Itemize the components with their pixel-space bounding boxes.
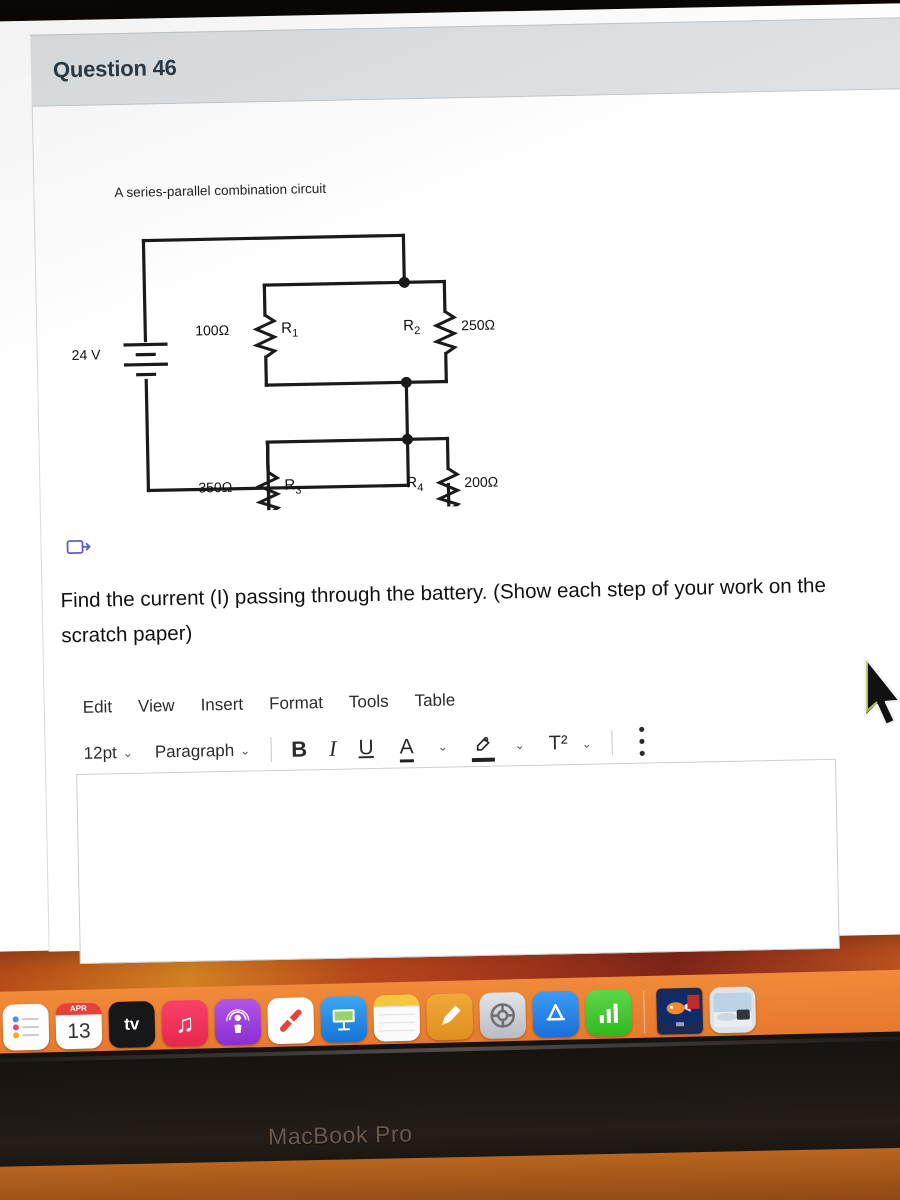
menu-insert[interactable]: Insert	[200, 695, 243, 716]
dock-item-notes[interactable]	[373, 994, 421, 1042]
dock-item-numbers[interactable]	[585, 989, 633, 1037]
chevron-down-icon[interactable]: ⌄	[438, 739, 448, 753]
menu-format[interactable]: Format	[269, 693, 323, 714]
dock-item-reminders[interactable]	[2, 1003, 50, 1051]
dock-divider	[643, 991, 646, 1034]
music-note-icon: ♫	[174, 1007, 195, 1039]
dock-item-system-settings[interactable]	[479, 991, 527, 1040]
toolbar-divider	[270, 737, 272, 763]
resistor-r2-symbol	[432, 310, 459, 355]
toolbar-divider	[611, 730, 613, 756]
text-color-button[interactable]: A	[399, 735, 413, 759]
block-format-value: Paragraph	[154, 740, 235, 762]
dock-item-app-store[interactable]	[532, 990, 580, 1038]
podcasts-icon	[226, 1009, 250, 1034]
laptop-photo: APR 13 tv ♫ MacBook Pro Question 46 A se…	[0, 0, 900, 1200]
series-parallel-circuit-svg	[123, 233, 462, 575]
highlight-button[interactable]	[473, 733, 492, 758]
resistor-r1-symbol	[252, 313, 279, 359]
menu-tools[interactable]: Tools	[349, 692, 389, 713]
block-format-dropdown[interactable]: Paragraph ⌄	[155, 740, 251, 762]
dock-item-freeform[interactable]	[426, 993, 474, 1041]
chevron-down-icon: ⌄	[240, 743, 251, 758]
question-prompt: Find the current (I) passing through the…	[60, 573, 827, 648]
photo-window-icon	[713, 992, 753, 1028]
app-store-icon	[546, 1004, 566, 1021]
circuit-diagram: 24 V 100Ω R1 R2 250Ω 350Ω R3 R4 200Ω	[72, 205, 509, 575]
chevron-down-icon: ⌄	[122, 745, 133, 760]
news-icon	[277, 1007, 304, 1034]
bold-button[interactable]: B	[291, 736, 307, 762]
menu-view[interactable]: View	[138, 696, 175, 717]
macbook-pro-label: MacBook Pro	[267, 1120, 413, 1150]
superscript-button[interactable]: T²	[549, 732, 568, 755]
answer-editor-textarea[interactable]	[76, 758, 840, 964]
dock-item-music[interactable]: ♫	[161, 999, 209, 1047]
font-size-dropdown[interactable]: 12pt ⌄	[84, 743, 134, 764]
italic-button[interactable]: I	[329, 735, 337, 761]
dock-item-news[interactable]	[267, 997, 315, 1045]
chevron-down-icon[interactable]: ⌄	[581, 736, 591, 750]
menu-table[interactable]: Table	[414, 690, 455, 711]
dock-item-apple-tv[interactable]: tv	[108, 1001, 156, 1049]
dock-item-calendar[interactable]: APR 13	[55, 1002, 103, 1050]
bar-chart-icon	[599, 1003, 618, 1024]
highlighter-icon	[476, 737, 490, 751]
battery-symbol	[123, 342, 168, 377]
more-options-button[interactable]: • • •	[638, 720, 646, 765]
dock-item-screen-sharing[interactable]	[656, 987, 704, 1035]
underline-button[interactable]: U	[358, 736, 374, 760]
editor-menubar[interactable]: Edit View Insert Format Tools Table	[83, 690, 456, 717]
font-size-value: 12pt	[83, 742, 117, 763]
chevron-down-icon[interactable]: ⌄	[515, 738, 525, 752]
dock-item-keynote[interactable]	[320, 995, 368, 1043]
pencil-icon	[441, 1005, 461, 1025]
dock-item-podcasts[interactable]	[214, 998, 262, 1046]
dock-item-finder-window[interactable]	[709, 986, 757, 1034]
gear-icon	[490, 1003, 515, 1028]
question-body: A series-parallel combination circuit 24…	[31, 88, 900, 964]
calendar-day-label: 13	[67, 1019, 91, 1044]
circuit-image-caption: A series-parallel combination circuit	[114, 180, 327, 201]
menu-edit[interactable]: Edit	[83, 697, 113, 718]
image-alt-text-icon[interactable]	[66, 538, 92, 561]
keynote-icon	[332, 1009, 355, 1031]
quiz-page: Question 46 5 p A series-parallel combin…	[0, 2, 900, 964]
page-title: Question 46	[52, 54, 177, 83]
display-icon	[659, 993, 700, 1027]
apple-tv-label: tv	[124, 1014, 140, 1034]
calendar-month-label: APR	[55, 1002, 102, 1016]
mouse-cursor-icon	[862, 655, 900, 734]
